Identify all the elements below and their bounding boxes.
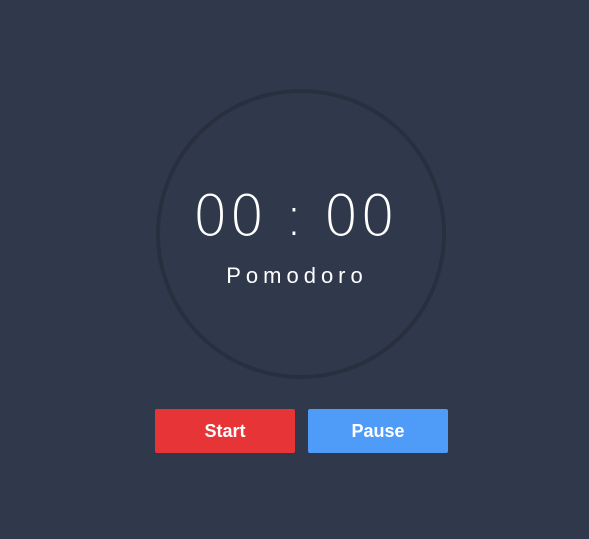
timer-mode-label: Pomodoro	[226, 263, 368, 288]
pause-button[interactable]: Pause	[308, 409, 448, 453]
timer-display: 00 : 00	[192, 184, 397, 249]
start-button[interactable]: Start	[155, 409, 295, 453]
